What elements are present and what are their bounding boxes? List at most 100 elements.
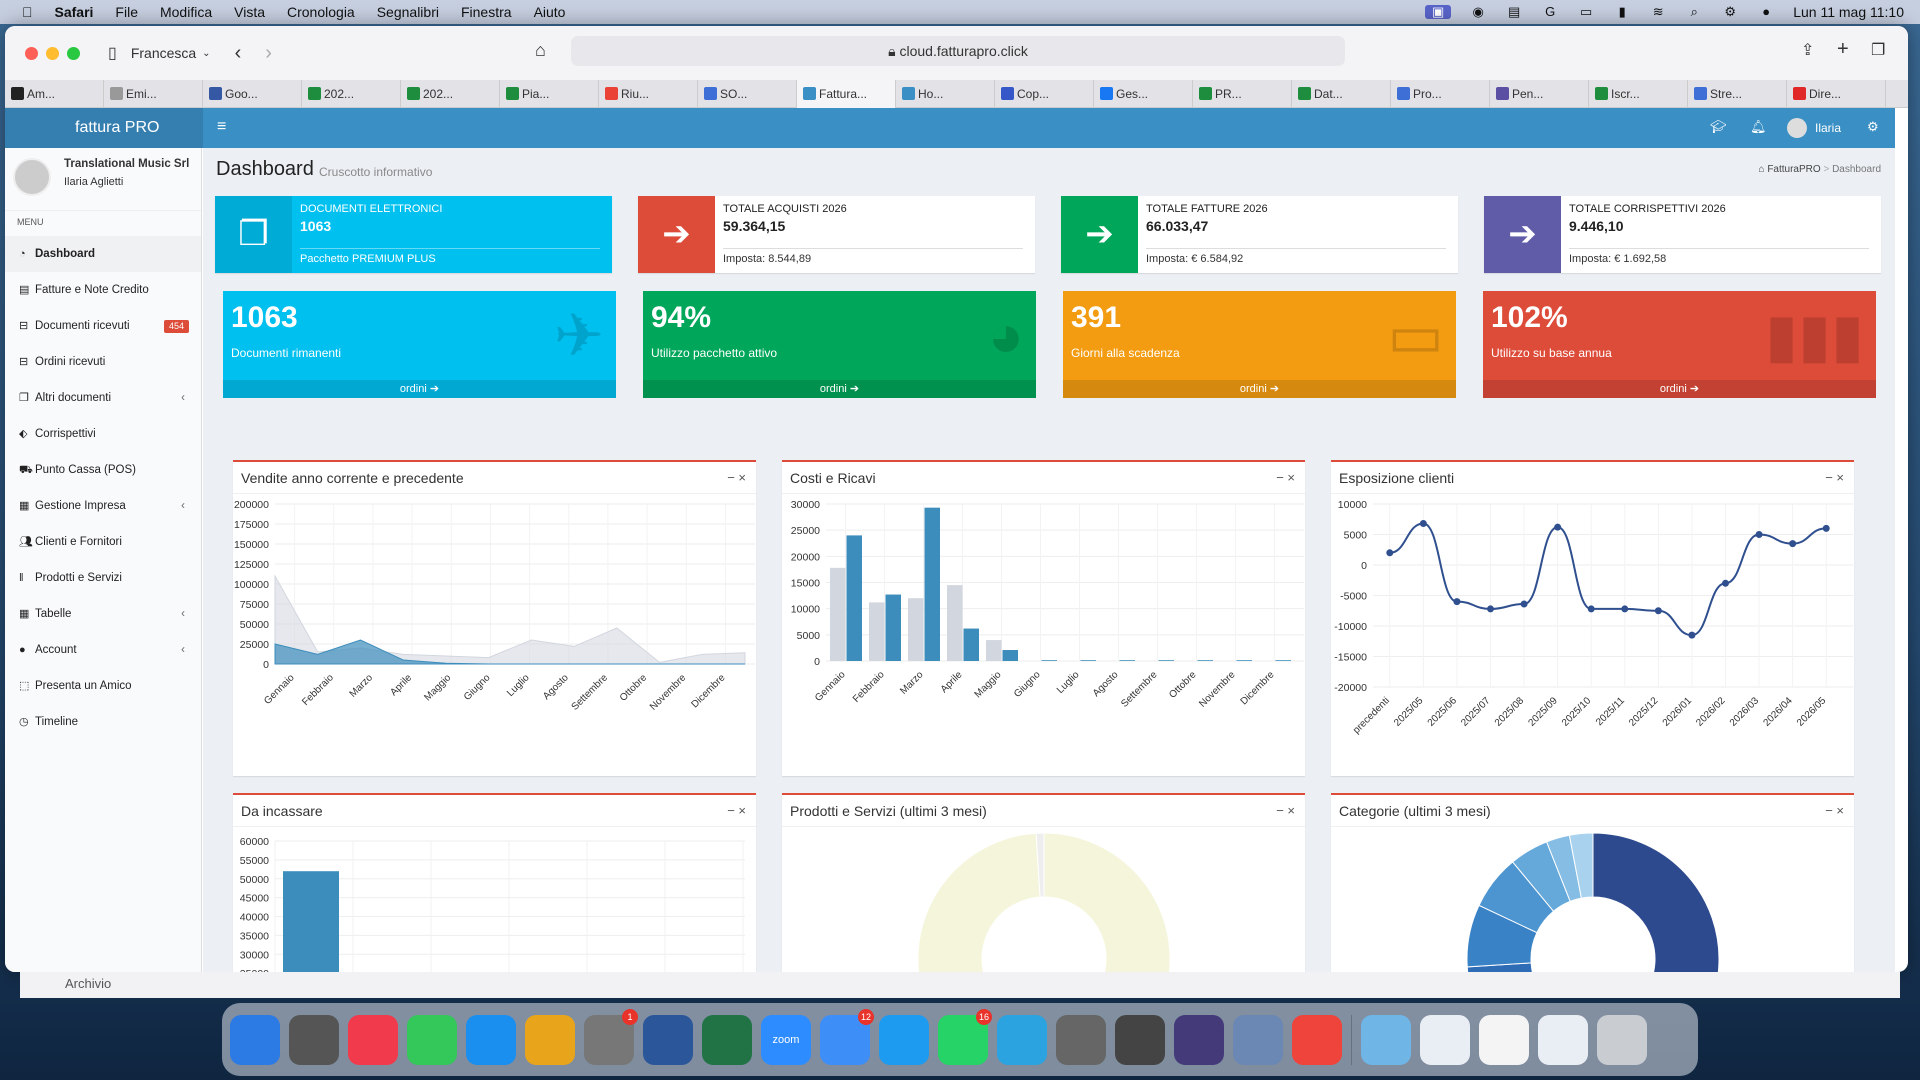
whatsapp-icon[interactable]: 16	[938, 1008, 992, 1065]
back-icon[interactable]: ‹	[235, 42, 242, 65]
word-icon[interactable]	[643, 1014, 693, 1065]
browser-tab[interactable]: Dire...	[1787, 80, 1886, 108]
sidebar-item-altri-documenti[interactable]: ❐ Altri documenti ‹	[5, 380, 201, 416]
forward-icon[interactable]: ›	[265, 42, 272, 65]
search-icon[interactable]: ⌕	[1685, 5, 1703, 19]
grammarly-icon[interactable]	[1174, 1014, 1224, 1065]
trash-icon[interactable]	[1597, 1014, 1647, 1065]
sidebar-toggle-icon[interactable]: ▯	[108, 43, 117, 63]
address-bar[interactable]: 🔒︎ cloud.fatturapro.click	[571, 36, 1345, 66]
user-name[interactable]: Ilaria	[1815, 121, 1841, 135]
window-thumb-icon[interactable]	[1538, 1014, 1588, 1065]
avatar[interactable]	[1787, 118, 1807, 138]
browser-tab[interactable]: Stre...	[1688, 80, 1787, 108]
keychain-icon[interactable]	[289, 1014, 339, 1065]
collapse-close-controls[interactable]: − ×	[727, 462, 746, 494]
collapse-close-controls[interactable]: − ×	[727, 795, 746, 827]
sidebar-item-corrispettivi[interactable]: ⬖ Corrispettivi	[5, 416, 201, 452]
sidebar-item-account[interactable]: ● Account ‹	[5, 632, 201, 668]
appstore-icon[interactable]	[879, 1014, 929, 1065]
browser-tab[interactable]: Ho...	[896, 80, 995, 108]
menu-toggle-icon[interactable]: ≡	[217, 118, 226, 136]
tab-overview-icon[interactable]: ❐	[1871, 40, 1885, 60]
new-tab-icon[interactable]: +	[1837, 38, 1849, 61]
wifi-icon[interactable]: ≋	[1649, 5, 1667, 19]
settings-icon[interactable]: 1	[584, 1008, 638, 1065]
battery-icon[interactable]: ▮	[1613, 5, 1631, 19]
notes-icon[interactable]: ▤	[1505, 5, 1523, 19]
messages-icon[interactable]	[407, 1014, 457, 1065]
apple-icon[interactable]: 	[22, 4, 33, 20]
sidebar-item-clienti-e-fornitori[interactable]: 👥︎ Clienti e Fornitori	[5, 524, 201, 560]
small-box-link[interactable]: ordini ➔	[643, 380, 1036, 398]
gears-icon[interactable]: ⚙	[1867, 119, 1879, 135]
menu-help[interactable]: Aiuto	[534, 4, 566, 20]
menu-edit[interactable]: Modifica	[160, 4, 212, 20]
profile-name[interactable]: Francesca	[131, 45, 196, 61]
browser-tab[interactable]: Ges...	[1094, 80, 1193, 108]
bell-icon[interactable]: 🔔︎	[1750, 119, 1767, 135]
menu-view[interactable]: Vista	[234, 4, 265, 20]
sync-icon[interactable]: ◉	[1469, 5, 1487, 19]
browser-tab[interactable]: Goo...	[203, 80, 302, 108]
finder-icon[interactable]	[230, 1014, 280, 1065]
sidebar-item-gestione-impresa[interactable]: ▦ Gestione Impresa ‹	[5, 488, 201, 524]
menu-clock[interactable]: Lun 11 mag 11:10	[1793, 4, 1904, 20]
home-icon[interactable]: ⌂	[535, 40, 546, 61]
browser-tab[interactable]: Riu...	[599, 80, 698, 108]
collapse-close-controls[interactable]: − ×	[1276, 462, 1295, 494]
menu-bookmarks[interactable]: Segnalibri	[377, 4, 439, 20]
browser-tab[interactable]: 202...	[401, 80, 500, 108]
window-thumb-icon[interactable]	[1420, 1014, 1470, 1065]
chevron-down-icon[interactable]: ⌄	[202, 48, 210, 59]
printer-icon[interactable]	[1056, 1014, 1106, 1065]
browser-tab[interactable]: SO...	[698, 80, 797, 108]
browser-tab[interactable]: Cop...	[995, 80, 1094, 108]
mail-icon[interactable]: 12	[820, 1008, 874, 1065]
small-box-link[interactable]: ordini ➔	[1063, 380, 1456, 398]
zoom-window-button[interactable]	[67, 46, 80, 60]
browser-tab[interactable]: Pro...	[1391, 80, 1490, 108]
screenshot-icon[interactable]	[1115, 1014, 1165, 1065]
sidebar-item-timeline[interactable]: ◷ Timeline	[5, 704, 201, 740]
window-thumb-icon[interactable]	[1479, 1014, 1529, 1065]
close-window-button[interactable]	[25, 46, 38, 60]
collapse-close-controls[interactable]: − ×	[1825, 462, 1844, 494]
siri-icon[interactable]: ●	[1757, 5, 1775, 19]
telegram-icon[interactable]	[997, 1014, 1047, 1065]
preview-icon[interactable]	[1233, 1014, 1283, 1065]
browser-tab[interactable]: 202...	[302, 80, 401, 108]
sidebar-item-tabelle[interactable]: ▦ Tabelle ‹	[5, 596, 201, 632]
music-icon[interactable]	[348, 1014, 398, 1065]
sidebar-item-documenti-ricevuti[interactable]: ⊟ Documenti ricevuti 454	[5, 308, 201, 344]
share-icon[interactable]: ⇪	[1801, 40, 1814, 60]
archive-label[interactable]: Archivio	[65, 976, 111, 991]
anydesk-icon[interactable]	[1292, 1014, 1342, 1065]
browser-tab[interactable]: Emi...	[104, 80, 203, 108]
small-box-link[interactable]: ordini ➔	[1483, 380, 1876, 398]
browser-tab[interactable]: Am...	[5, 80, 104, 108]
browser-tab[interactable]: Dat...	[1292, 80, 1391, 108]
menu-file[interactable]: File	[115, 4, 138, 20]
battery-indicator-icon[interactable]: ▭	[1577, 5, 1595, 19]
menu-app-name[interactable]: Safari	[55, 4, 94, 20]
screen-share-icon[interactable]: ▣	[1425, 5, 1452, 19]
sidebar-item-dashboard[interactable]: ◔ Dashboard	[5, 236, 201, 272]
browser-tab[interactable]: Pen...	[1490, 80, 1589, 108]
collapse-close-controls[interactable]: − ×	[1276, 795, 1295, 827]
fatturapro-logo[interactable]: fattura PRO	[5, 108, 203, 148]
sidebar-item-presenta-un-amico[interactable]: ⬚ Presenta un Amico	[5, 668, 201, 704]
zoom-icon[interactable]: zoom	[761, 1014, 811, 1065]
control-center-icon[interactable]: ⚙	[1721, 5, 1739, 19]
small-box-link[interactable]: ordini ➔	[223, 380, 616, 398]
excel-icon[interactable]	[702, 1014, 752, 1065]
sidebar-item-prodotti-e-servizi[interactable]: ‖ Prodotti e Servizi	[5, 560, 201, 596]
breadcrumb-home[interactable]: FatturaPRO	[1767, 164, 1820, 175]
graduation-cap-icon[interactable]: 🎓︎	[1710, 119, 1727, 135]
menu-window[interactable]: Finestra	[461, 4, 512, 20]
sidebar-item-fatture-e-note-credito[interactable]: ▤ Fatture e Note Credito	[5, 272, 201, 308]
chrome-icon[interactable]	[525, 1014, 575, 1065]
browser-tab[interactable]: PR...	[1193, 80, 1292, 108]
sidebar-item-ordini-ricevuti[interactable]: ⊟ Ordini ricevuti	[5, 344, 201, 380]
browser-tab[interactable]: Fattura...	[797, 80, 896, 108]
